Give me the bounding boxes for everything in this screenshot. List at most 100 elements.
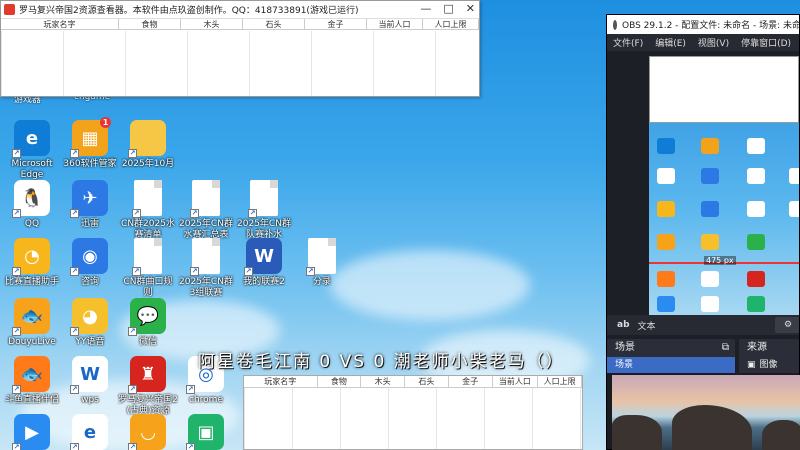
maximize-button[interactable]: □ <box>443 1 453 17</box>
preview-green-icon <box>747 296 765 312</box>
desktop-icon[interactable]: ↗ 2025年CN群 3组联赛 <box>174 238 238 299</box>
shortcut-arrow-icon: ↗ <box>12 443 21 450</box>
shortcut-arrow-icon: ↗ <box>70 327 79 336</box>
scenes-dock-header: 场景 ⧉ <box>607 339 735 357</box>
column-header[interactable]: 当前人口 <box>493 376 539 387</box>
scoreboard-body[interactable] <box>244 388 582 449</box>
preview-doc-icon <box>789 168 799 184</box>
column-header[interactable]: 玩家名字 <box>244 376 318 387</box>
column-header[interactable]: 食物 <box>318 376 362 387</box>
rock-shape <box>612 415 662 450</box>
scoreboard-table-window[interactable]: 玩家名字 食物 木头 石头 金子 当前人口 人口上限 <box>243 375 583 450</box>
source-settings-button[interactable]: ⚙ <box>775 317 799 333</box>
folder-icon: ↗ <box>128 120 166 158</box>
notification-badge: 1 <box>100 117 111 128</box>
desktop-icon[interactable]: ↗ 2025年CN群 队赛补水 <box>232 180 296 241</box>
preview-wps-icon <box>701 271 719 287</box>
menu-view[interactable]: 视图(V) <box>698 36 729 49</box>
column-header[interactable]: 人口上限 <box>538 376 582 387</box>
shortcut-arrow-icon: ↗ <box>70 209 79 218</box>
column-header[interactable]: 当前人口 <box>367 19 423 29</box>
column-header[interactable]: 食物 <box>119 19 181 29</box>
obs-preview[interactable]: 475 px <box>649 56 799 316</box>
column-header[interactable]: 金子 <box>305 19 367 29</box>
document-icon: ↗ <box>248 180 278 218</box>
desktop-icon[interactable]: ▦ ↗ 1 360软件管家 <box>58 117 122 170</box>
preview-qq-icon <box>657 168 675 184</box>
desktop-icon[interactable]: ▶↗应用宝 <box>0 414 64 450</box>
preview-360-icon <box>701 138 719 154</box>
preview-game-tool-icon <box>747 271 765 287</box>
column-header[interactable]: 金子 <box>449 376 493 387</box>
preview-doc-icon <box>789 201 799 217</box>
shortcut-arrow-icon: ↗ <box>12 149 21 158</box>
desktop-icon-label: wps <box>81 395 99 405</box>
minimize-button[interactable]: — <box>420 1 431 17</box>
shortcut-arrow-icon: ↗ <box>128 443 137 450</box>
preview-ie-icon <box>701 296 719 312</box>
desktop-icon-label: YY语音 <box>75 337 105 347</box>
column-header[interactable]: 玩家名字 <box>1 19 119 29</box>
desktop-icon[interactable]: e ↗ Microsoft Edge <box>0 120 64 181</box>
desktop-icon-label: 2025年10月 <box>121 159 175 169</box>
menu-edit[interactable]: 编辑(E) <box>655 36 686 49</box>
desktop-icon[interactable]: 🐟 ↗ DouyuLive <box>0 298 64 348</box>
desktop-icon[interactable]: ◡↗斗鱼 <box>116 414 180 450</box>
preview-douyu-partner-icon <box>657 271 675 287</box>
desktop-icon[interactable]: ✈ ↗ 迅雷 <box>58 180 122 230</box>
obs-title: OBS 29.1.2 - 配置文件: 未命名 - 场景: 未命 <box>622 21 800 31</box>
column-header[interactable]: 木头 <box>181 19 243 29</box>
desktop-icon-label: 比赛直播助手 <box>4 277 59 287</box>
desktop-icon[interactable]: ◉ ↗ 咨询 <box>58 238 122 288</box>
document-icon: ↗ <box>306 238 336 276</box>
image-source-icon: ▣ <box>747 360 756 370</box>
desktop-icon[interactable]: ◔ ↗ 比赛直播助手 <box>0 238 64 288</box>
menu-file[interactable]: 文件(F) <box>613 36 643 49</box>
column-header[interactable]: 人口上限 <box>423 19 479 29</box>
column-header[interactable]: 石头 <box>405 376 449 387</box>
shortcut-arrow-icon: ↗ <box>244 267 253 276</box>
resource-viewer-window[interactable]: 罗马复兴帝国2资源查看器。本软件由点玖盗创制作。QQ：418733891(游戏已… <box>0 0 480 97</box>
desktop-icon[interactable]: ↗ 2025年10月 <box>116 120 180 170</box>
desktop-icon[interactable]: ↗ 2025年CN群 水赛汇总表 <box>174 180 238 241</box>
preview-douyu-icon <box>657 234 675 250</box>
desktop-icon-label: 咨询 <box>80 277 99 287</box>
shortcut-arrow-icon: ↗ <box>186 385 195 394</box>
desktop-icon[interactable]: ↗ CN群2025水 赛清单 <box>116 180 180 241</box>
source-item[interactable]: ▣ 图像 <box>739 357 799 373</box>
column-header[interactable]: 石头 <box>243 19 305 29</box>
desktop-icon[interactable]: ↗ 分录 <box>290 238 354 288</box>
menu-docks[interactable]: 停靠窗口(D) <box>741 36 791 49</box>
shortcut-arrow-icon: ↗ <box>128 149 137 158</box>
desktop-icon[interactable]: ▣ ↗ <box>174 414 238 450</box>
shortcut-arrow-icon: ↗ <box>248 209 257 218</box>
scene-item[interactable]: 场景 <box>607 357 735 373</box>
desktop-icon[interactable]: ↗ CN群曲口规 则 <box>116 238 180 299</box>
preview-tool-window <box>649 56 799 123</box>
desktop-icon[interactable]: W ↗ wps <box>58 356 122 406</box>
dock-undock-icon[interactable]: ⧉ <box>722 339 729 357</box>
resource-grid-body[interactable] <box>1 31 479 96</box>
document-icon: ↗ <box>190 238 220 276</box>
desktop-icon[interactable]: W ↗ 我的联赛2 <box>232 238 296 288</box>
desktop-icon[interactable]: 🐟 ↗ 斗鱼直播伴侣 <box>0 356 64 406</box>
landscape-image <box>612 375 800 450</box>
resource-viewer-titlebar[interactable]: 罗马复兴帝国2资源查看器。本软件由点玖盗创制作。QQ：418733891(游戏已… <box>1 1 479 18</box>
close-button[interactable]: ✕ <box>466 1 475 17</box>
desktop-icon[interactable]: ◕ ↗ YY语音 <box>58 298 122 348</box>
desktop-icon[interactable]: 💬 ↗ 微信 <box>116 298 180 348</box>
ie-icon: e ↗ <box>70 414 108 450</box>
shortcut-arrow-icon: ↗ <box>186 443 195 450</box>
rock-shape <box>762 420 800 450</box>
douyu-icon: 🐟 ↗ <box>12 298 50 336</box>
desktop-icon[interactable]: e↗IE <box>58 414 122 450</box>
obs-logo-icon <box>613 19 617 30</box>
desktop-icon[interactable]: 🐧 ↗ QQ <box>0 180 64 230</box>
column-header[interactable]: 木头 <box>361 376 406 387</box>
preview-folder-icon <box>747 138 765 154</box>
scenes-title: 场景 <box>615 342 635 353</box>
document-icon: ↗ <box>190 180 220 218</box>
desktop-icon-label: QQ <box>24 219 40 229</box>
obs-titlebar[interactable]: OBS 29.1.2 - 配置文件: 未命名 - 场景: 未命 <box>607 15 799 34</box>
shortcut-arrow-icon: ↗ <box>132 209 141 218</box>
